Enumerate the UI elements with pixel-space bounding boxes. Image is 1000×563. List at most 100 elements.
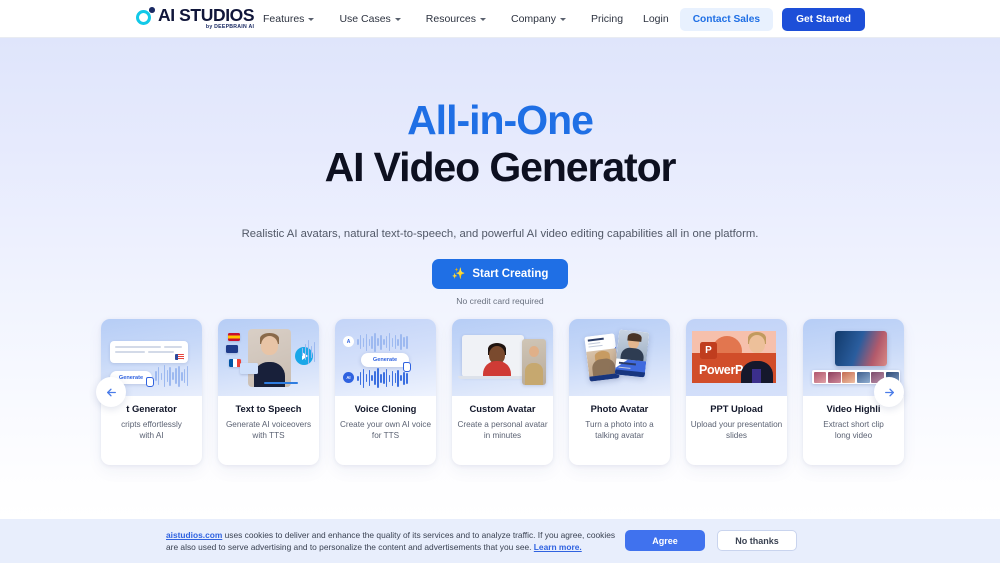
nav-item-label: Features: [263, 13, 305, 25]
powerpoint-icon: P: [700, 342, 717, 359]
card-media-custom-avatar: [452, 319, 553, 396]
site-domain-link[interactable]: aistudios.com: [166, 530, 222, 540]
card-desc-line-1: Turn a photo into a: [585, 420, 654, 429]
card-desc-line-1: Create your own AI voice: [339, 420, 432, 429]
site-header: AI STUDIOS by DEEPBRAIN AI Features Use …: [0, 0, 1000, 38]
video-preview-thumbnail: [835, 331, 887, 366]
card-body-custom-avatar: Custom Avatar Create a personal avatar i…: [452, 396, 553, 465]
card-body-ppt-upload: PPT Upload Upload your presentation slid…: [686, 396, 787, 465]
carousel-next-button[interactable]: [874, 377, 904, 407]
hero-subheadline: Realistic AI avatars, natural text-to-sp…: [241, 228, 759, 240]
card-desc-line-2: with AI: [139, 431, 164, 440]
logo-subtitle: by DEEPBRAIN AI: [205, 24, 255, 30]
start-creating-button[interactable]: ✨ Start Creating: [431, 259, 569, 289]
logo-dot-shape: [149, 7, 155, 13]
ai-badge-icon: AI: [343, 372, 354, 383]
carousel-card-photo-avatar[interactable]: Photo Avatar Turn a photo into a talking…: [569, 319, 670, 465]
card-desc-line-2: long video: [834, 431, 873, 440]
card-description: Generate AI voiceovers with TTS: [222, 419, 315, 441]
logo-icon: [136, 7, 157, 28]
card-title: Photo Avatar: [590, 403, 649, 414]
carousel-card-text-to-speech[interactable]: Text to Speech Generate AI voiceovers wi…: [218, 319, 319, 465]
arrow-left-icon: [106, 388, 116, 396]
progress-bar-mock: [264, 381, 298, 384]
id-card-mock-left: [584, 333, 620, 382]
flag-spain-icon: [228, 333, 240, 341]
card-description: cripts effortlessly with AI: [105, 419, 198, 441]
waveform-icon: [155, 364, 189, 388]
cookie-banner-actions: Agree No thanks: [625, 530, 797, 551]
nav-item-resources[interactable]: Resources: [426, 13, 486, 25]
card-desc-line-2: slides: [726, 431, 747, 440]
learn-more-link[interactable]: Learn more.: [534, 542, 582, 552]
nav-item-pricing[interactable]: Pricing: [591, 13, 623, 25]
carousel-card-custom-avatar[interactable]: Custom Avatar Create a personal avatar i…: [452, 319, 553, 465]
carousel-card-voice-cloning[interactable]: A Generate AI Voice Cloning Create your …: [335, 319, 436, 465]
script-input-mock: [110, 341, 188, 363]
headline-line-2: AI Video Generator: [324, 144, 677, 190]
feature-carousel[interactable]: Generate t Generator cripts effortlessly…: [0, 319, 966, 469]
secondary-avatar-photo: [522, 339, 546, 385]
presenter-head-shape: [749, 335, 765, 353]
waveform-icon-user: [357, 332, 408, 352]
avatar-photo: [248, 329, 291, 387]
nav-item-label: Use Cases: [339, 13, 391, 25]
card-desc-line-1: cripts effortlessly: [121, 420, 182, 429]
card-desc-line-1: Upload your presentation: [690, 420, 783, 429]
hero-section: All-in-One AI Video Generator Realistic …: [0, 38, 1000, 562]
card-desc-line-1: Create a personal avatar: [457, 420, 548, 429]
chevron-down-icon: [559, 18, 566, 21]
card-desc-line-1: Extract short clip: [823, 420, 884, 429]
card-desc-line-2: in minutes: [483, 431, 522, 440]
chevron-down-icon: [394, 18, 401, 21]
logo-ring-shape: [136, 10, 151, 25]
login-link[interactable]: Login: [643, 13, 669, 25]
id-card-mock-right: [614, 329, 650, 378]
cookie-decline-button[interactable]: No thanks: [717, 530, 797, 551]
headline-line-1: All-in-One: [407, 97, 594, 143]
card-body-text-to-speech: Text to Speech Generate AI voiceovers wi…: [218, 396, 319, 465]
avatar-body-shape: [525, 363, 543, 385]
card-title: t Generator: [126, 403, 177, 414]
hero-cta-group: ✨ Start Creating No credit card required: [0, 259, 1000, 306]
card-title: Custom Avatar: [469, 403, 536, 414]
cookie-agree-button[interactable]: Agree: [625, 530, 705, 551]
card-media-voice-cloning: A Generate AI: [335, 319, 436, 396]
card-media-photo-avatar: [569, 319, 670, 396]
chevron-down-icon: [480, 18, 486, 21]
laptop-base-shape: [458, 376, 528, 379]
arrow-right-icon: [884, 388, 894, 396]
user-badge-icon: A: [343, 336, 354, 347]
card-description: Upload your presentation slides: [690, 419, 783, 441]
presenter-shirt-shape: [752, 369, 761, 383]
nav-item-label: Resources: [425, 13, 476, 25]
hero-headline: All-in-One AI Video Generator: [0, 97, 1000, 191]
card-title: PPT Upload: [710, 403, 763, 414]
card-media-text-to-speech: [218, 319, 319, 396]
nav-item-label: Pricing: [590, 13, 624, 25]
get-started-button[interactable]: Get Started: [782, 7, 865, 31]
logo-text-block: AI STUDIOS by DEEPBRAIN AI: [158, 6, 255, 31]
card-description: Create a personal avatar in minutes: [456, 419, 549, 441]
contact-sales-button[interactable]: Contact Sales: [679, 7, 774, 31]
carousel-prev-button[interactable]: [96, 377, 126, 407]
avatar-body-shape: [483, 361, 511, 377]
card-description: Create your own AI voice for TTS: [339, 419, 432, 441]
waveform-icon: [301, 333, 315, 371]
carousel-card-ppt-upload[interactable]: P PowerP PPT Upload Upload your presenta…: [686, 319, 787, 465]
card-body-script-generator: t Generator cripts effortlessly with AI: [101, 396, 202, 465]
no-credit-card-note: No credit card required: [456, 296, 544, 306]
flag-usa-icon: [226, 345, 238, 353]
brand-logo[interactable]: AI STUDIOS by DEEPBRAIN AI: [136, 6, 255, 31]
chevron-down-icon: [308, 18, 315, 21]
nav-item-company[interactable]: Company: [511, 13, 566, 25]
card-title: Voice Cloning: [354, 403, 417, 414]
generate-button-mock: Generate: [361, 353, 409, 367]
card-media-ppt-upload: P PowerP: [686, 319, 787, 396]
nav-item-use-cases[interactable]: Use Cases: [339, 13, 401, 25]
laptop-screen-mock: [462, 335, 524, 377]
card-desc-line-2: talking avatar: [595, 431, 644, 440]
card-title: Text to Speech: [235, 403, 302, 414]
card-desc-line-2: with TTS: [252, 431, 285, 440]
nav-item-features[interactable]: Features: [263, 13, 315, 25]
